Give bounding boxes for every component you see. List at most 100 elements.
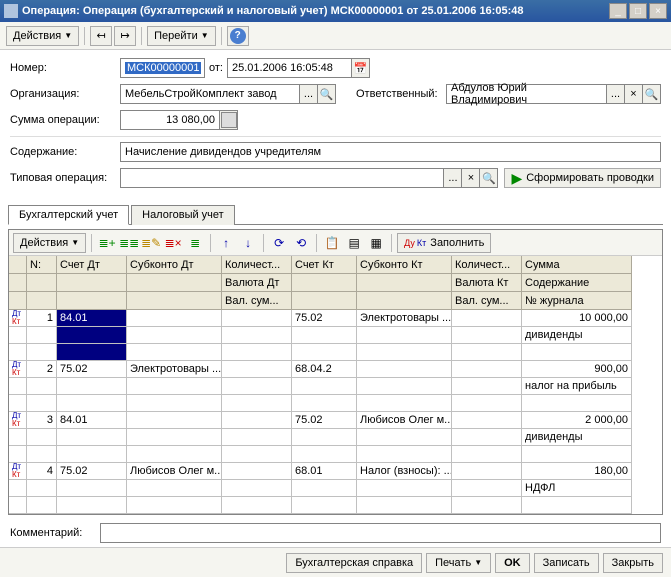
col-valsum-dt[interactable]: Вал. сум... — [222, 292, 292, 310]
cell-journal[interactable] — [522, 497, 632, 514]
row-indicator[interactable]: ДтКт — [9, 463, 27, 480]
print-button[interactable]: Печать▼ — [426, 553, 491, 573]
edit-row-button[interactable]: ≣✎ — [141, 233, 161, 253]
maximize-button[interactable]: □ — [629, 3, 647, 19]
typop-clear-button[interactable]: × — [462, 168, 480, 188]
cell-summa[interactable]: 180,00 — [522, 463, 632, 480]
col-subkonto-dt[interactable]: Субконто Дт — [127, 256, 222, 274]
sum-field[interactable]: 13 080,00 — [120, 110, 220, 130]
cell-journal[interactable] — [522, 395, 632, 412]
content-field[interactable]: Начисление дивидендов учредителям — [120, 142, 661, 162]
cell-summa[interactable]: 2 000,00 — [522, 412, 632, 429]
date-field[interactable]: 25.01.2006 16:05:48 — [227, 58, 352, 78]
typop-select-button[interactable]: ... — [444, 168, 462, 188]
ok-button[interactable]: OK — [495, 553, 530, 573]
close-button[interactable]: × — [649, 3, 667, 19]
cell-summa[interactable]: 10 000,00 — [522, 310, 632, 327]
form-postings-button[interactable]: ▶Сформировать проводки — [504, 168, 661, 188]
cell-schet-kt[interactable]: 68.01 — [292, 463, 357, 480]
row-indicator[interactable]: ДтКт — [9, 310, 27, 327]
col-schet-dt[interactable]: Счет Дт — [57, 256, 127, 274]
typop-field[interactable] — [120, 168, 444, 188]
cell-summa[interactable]: 900,00 — [522, 361, 632, 378]
resp-select-button[interactable]: ... — [607, 84, 625, 104]
delete-row-button[interactable]: ≣× — [163, 233, 183, 253]
help-button[interactable]: ? — [227, 26, 249, 46]
col-valuta-dt[interactable]: Валюта Дт — [222, 274, 292, 292]
org-select-button[interactable]: ... — [300, 84, 318, 104]
cell-kolich-dt[interactable] — [222, 463, 292, 480]
cell-kolich-dt[interactable] — [222, 361, 292, 378]
cell-schet-kt[interactable]: 75.02 — [292, 412, 357, 429]
goto-menu[interactable]: Перейти▼ — [147, 26, 216, 46]
sum-calc-button[interactable] — [220, 110, 238, 130]
cell-desc[interactable]: налог на прибыль — [522, 378, 632, 395]
resp-clear-button[interactable]: × — [625, 84, 643, 104]
col-subkonto-kt[interactable]: Субконто Кт — [357, 256, 452, 274]
move-up-button[interactable]: ↑ — [216, 233, 236, 253]
resp-open-button[interactable]: 🔍 — [643, 84, 661, 104]
cell-desc[interactable]: НДФЛ — [522, 480, 632, 497]
cell-schet-dt[interactable]: 84.01 — [57, 412, 127, 429]
nav-prev-button[interactable]: ↤ — [90, 26, 112, 46]
accounting-reference-button[interactable]: Бухгалтерская справка — [286, 553, 422, 573]
column-setup-button[interactable]: ▤ — [344, 233, 364, 253]
cell-subkonto-dt[interactable]: Любисов Олег м... — [127, 463, 222, 480]
copy-row-button[interactable]: ≣≣ — [119, 233, 139, 253]
output-list-button[interactable]: ▦ — [366, 233, 386, 253]
col-n[interactable]: N: — [27, 256, 57, 274]
cell-subkonto-dt[interactable] — [127, 412, 222, 429]
cell-n[interactable]: 2 — [27, 361, 57, 378]
cell-journal[interactable] — [522, 446, 632, 463]
cell-subkonto-dt[interactable]: Электротовары ... — [127, 361, 222, 378]
sort-asc-button[interactable]: ⟳ — [269, 233, 289, 253]
cell-subkonto-kt[interactable] — [357, 361, 452, 378]
cell-kolich-kt[interactable] — [452, 361, 522, 378]
cell-subkonto-kt[interactable]: Налог (взносы): ... — [357, 463, 452, 480]
add-row-button[interactable]: ≣+ — [97, 233, 117, 253]
date-picker-button[interactable]: 📅 — [352, 58, 370, 78]
minimize-button[interactable]: _ — [609, 3, 627, 19]
cell-kolich-kt[interactable] — [452, 310, 522, 327]
save-button[interactable]: Записать — [534, 553, 599, 573]
sort-desc-button[interactable]: ⟲ — [291, 233, 311, 253]
close-form-button[interactable]: Закрыть — [603, 553, 663, 573]
tab-tax[interactable]: Налоговый учет — [131, 205, 235, 225]
nav-next-button[interactable]: ↦ — [114, 26, 136, 46]
cell-subkonto-kt[interactable]: Электротовары ... — [357, 310, 452, 327]
move-down-button[interactable]: ↓ — [238, 233, 258, 253]
cell-schet-kt[interactable]: 68.04.2 — [292, 361, 357, 378]
cell-kolich-dt[interactable] — [222, 412, 292, 429]
col-summa[interactable]: Сумма — [522, 256, 632, 274]
col-njour[interactable]: № журнала — [522, 292, 632, 310]
cell-n[interactable]: 4 — [27, 463, 57, 480]
cell-subkonto-kt[interactable]: Любисов Олег м... — [357, 412, 452, 429]
col-soderzh[interactable]: Содержание — [522, 274, 632, 292]
tab-accounting[interactable]: Бухгалтерский учет — [8, 205, 129, 225]
cell-kolich-kt[interactable] — [452, 463, 522, 480]
row-indicator[interactable]: ДтКт — [9, 412, 27, 429]
cell-desc[interactable]: дивиденды — [522, 429, 632, 446]
col-kolich-kt[interactable]: Количест... — [452, 256, 522, 274]
cell-n[interactable]: 3 — [27, 412, 57, 429]
cell-subkonto-dt[interactable] — [127, 310, 222, 327]
actions-menu[interactable]: Действия▼ — [6, 26, 79, 46]
cell-n[interactable]: 1 — [27, 310, 57, 327]
cell-desc[interactable]: дивиденды — [522, 327, 632, 344]
col-valuta-kt[interactable]: Валюта Кт — [452, 274, 522, 292]
col-kolich-dt[interactable]: Количест... — [222, 256, 292, 274]
cell-journal[interactable] — [522, 344, 632, 361]
typop-open-button[interactable]: 🔍 — [480, 168, 498, 188]
cell-schet-dt[interactable]: 75.02 — [57, 463, 127, 480]
fill-button[interactable]: ДуКтЗаполнить — [397, 233, 491, 253]
end-edit-button[interactable]: ≣ — [185, 233, 205, 253]
comment-field[interactable] — [100, 523, 661, 543]
cell-kolich-dt[interactable] — [222, 310, 292, 327]
filter-button[interactable]: 📋 — [322, 233, 342, 253]
row-indicator[interactable]: ДтКт — [9, 361, 27, 378]
cell-schet-dt[interactable]: 75.02 — [57, 361, 127, 378]
org-field[interactable]: МебельСтройКомплект завод — [120, 84, 300, 104]
col-schet-kt[interactable]: Счет Кт — [292, 256, 357, 274]
resp-field[interactable]: Абдулов Юрий Владимирович — [446, 84, 607, 104]
cell-schet-kt[interactable]: 75.02 — [292, 310, 357, 327]
